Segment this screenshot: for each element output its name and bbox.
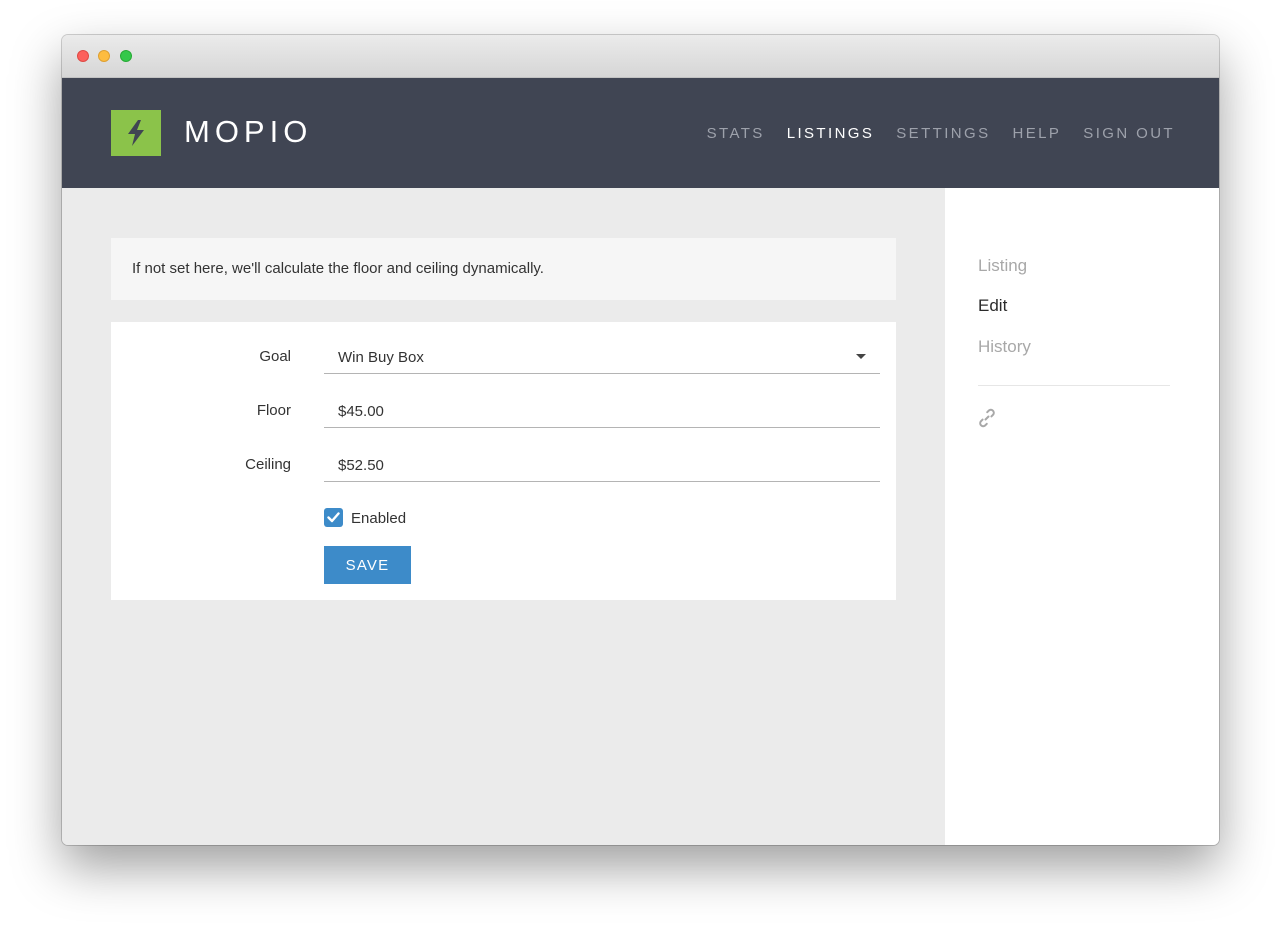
app-header: MOPIO STATS LISTINGS SETTINGS HELP SIGN … [62, 78, 1219, 188]
bolt-icon [128, 120, 144, 146]
enabled-label[interactable]: Enabled [351, 510, 406, 527]
floor-input[interactable]: $45.00 [324, 388, 880, 428]
ceiling-input-value: $52.50 [338, 457, 384, 474]
brand-name: MOPIO [184, 114, 313, 149]
sidebar: Listing Edit History [945, 188, 1219, 845]
goal-select-value: Win Buy Box [338, 349, 424, 366]
nav-item-listings[interactable]: LISTINGS [787, 125, 875, 142]
nav-item-stats[interactable]: STATS [707, 125, 765, 142]
main-nav: STATS LISTINGS SETTINGS HELP SIGN OUT [707, 125, 1175, 142]
goal-label: Goal [259, 348, 291, 365]
enabled-checkbox[interactable] [324, 508, 343, 527]
minimize-window-button[interactable] [98, 50, 110, 62]
nav-item-sign-out[interactable]: SIGN OUT [1083, 125, 1175, 142]
chevron-down-icon [856, 354, 866, 359]
link-icon[interactable] [978, 408, 996, 433]
ceiling-label: Ceiling [245, 456, 291, 473]
logo[interactable] [111, 110, 161, 156]
sidebar-item-edit[interactable]: Edit [978, 296, 1007, 316]
checkmark-icon [327, 512, 340, 523]
floor-label: Floor [256, 402, 291, 419]
title-bar [62, 35, 1219, 78]
sidebar-divider [978, 385, 1170, 386]
save-button[interactable]: SAVE [324, 546, 411, 584]
goal-select[interactable]: Win Buy Box [324, 334, 880, 374]
sidebar-item-history[interactable]: History [978, 337, 1031, 357]
pricing-form: Goal Win Buy Box Floor $45.00 Ceiling $5… [111, 322, 896, 600]
ceiling-input[interactable]: $52.50 [324, 442, 880, 482]
app-window: MOPIO STATS LISTINGS SETTINGS HELP SIGN … [62, 35, 1219, 845]
close-window-button[interactable] [77, 50, 89, 62]
maximize-window-button[interactable] [120, 50, 132, 62]
sidebar-item-listing[interactable]: Listing [978, 256, 1027, 276]
nav-item-settings[interactable]: SETTINGS [896, 125, 990, 142]
floor-input-value: $45.00 [338, 403, 384, 420]
nav-item-help[interactable]: HELP [1013, 125, 1062, 142]
main-content: If not set here, we'll calculate the flo… [62, 188, 945, 845]
info-notice: If not set here, we'll calculate the flo… [111, 238, 896, 300]
